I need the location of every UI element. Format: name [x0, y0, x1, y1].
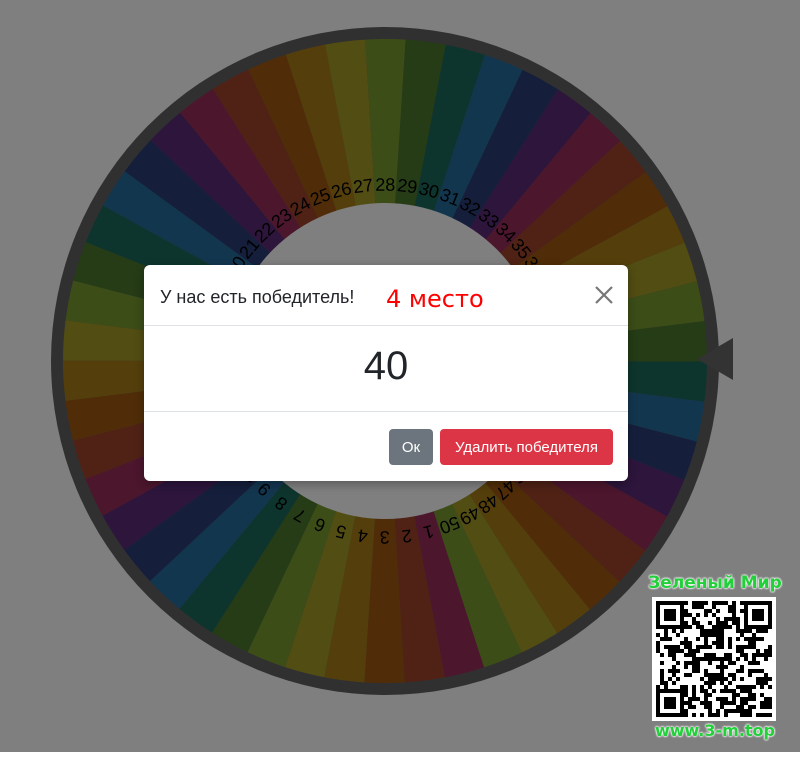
- close-icon[interactable]: [592, 283, 616, 307]
- qr-watermark: Зеленый Мир www.3-m.top: [648, 573, 782, 745]
- dialog-title: У нас есть победитель!: [160, 287, 355, 307]
- winner-number: 40: [363, 344, 409, 388]
- winner-dialog: У нас есть победитель! 4 место 40 Ок Уда…: [144, 265, 628, 481]
- qr-caption-bottom: www.3-m.top: [654, 721, 775, 740]
- dialog-body: 40: [144, 326, 628, 412]
- qr-caption-top: Зеленый Мир: [648, 573, 782, 593]
- ok-button[interactable]: Ок: [389, 429, 433, 465]
- dialog-header: У нас есть победитель! 4 место: [144, 265, 628, 326]
- qr-code-icon: [652, 597, 776, 721]
- dialog-footer: Ок Удалить победителя: [144, 412, 628, 482]
- remove-winner-button[interactable]: Удалить победителя: [440, 429, 613, 465]
- winner-place-label: 4 место: [386, 285, 484, 313]
